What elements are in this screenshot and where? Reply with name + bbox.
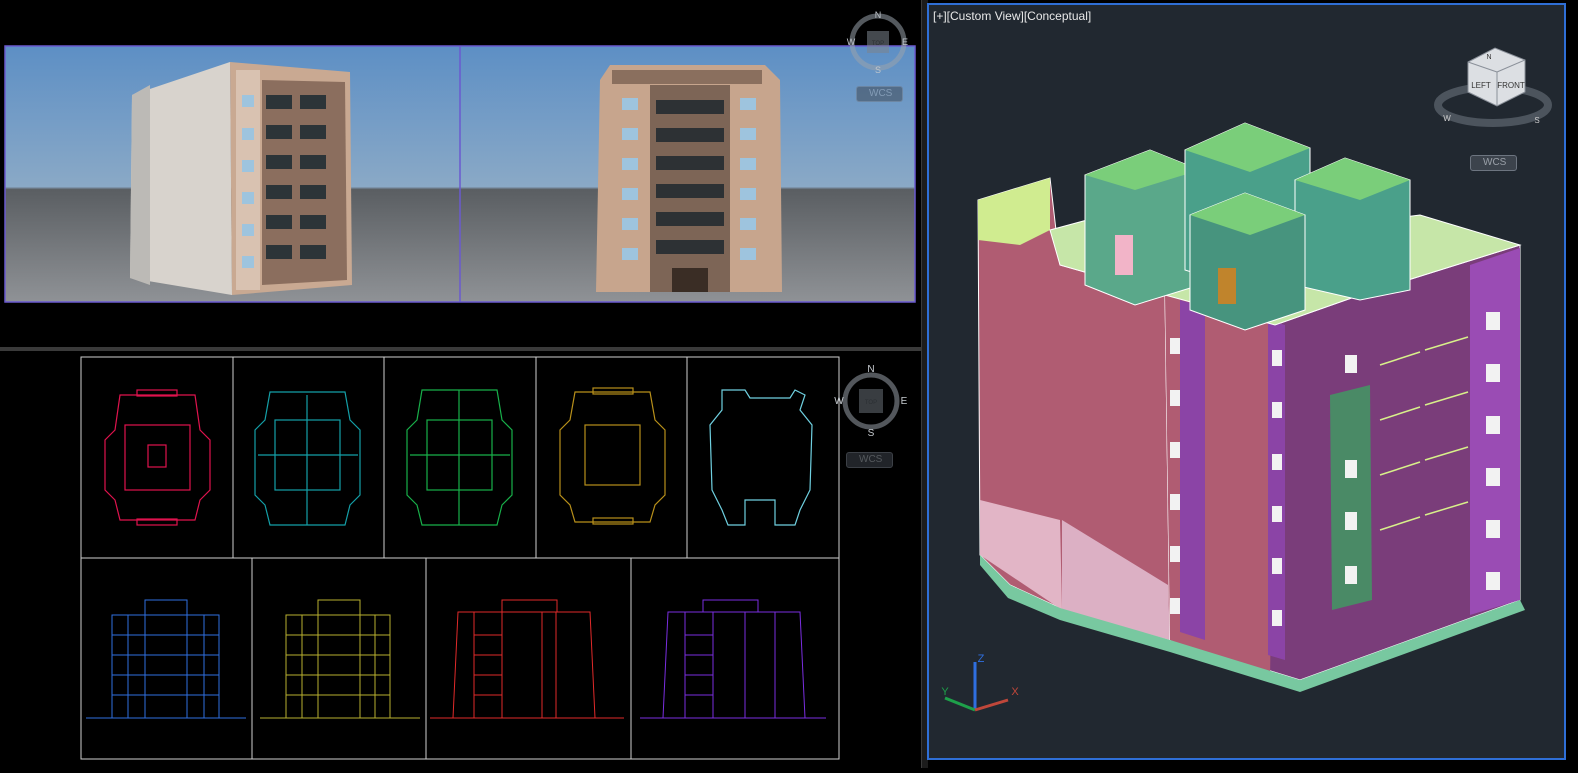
svg-text:S: S: [875, 65, 881, 75]
svg-text:Y: Y: [941, 686, 949, 698]
svg-text:X: X: [1011, 686, 1019, 698]
wcs-dropdown[interactable]: WCS: [846, 452, 893, 468]
compass-labels: N S E W TOP: [0, 0, 921, 347]
3d-viewport[interactable]: [+][Custom View][Conceptual]: [927, 3, 1566, 760]
svg-text:S: S: [1534, 116, 1539, 125]
svg-text:W: W: [847, 37, 856, 47]
wcs-dropdown[interactable]: WCS: [856, 86, 903, 102]
svg-text:W: W: [1443, 114, 1451, 123]
svg-text:N: N: [1486, 54, 1491, 61]
wcs-dropdown[interactable]: WCS: [1470, 155, 1517, 171]
svg-text:N: N: [867, 364, 874, 375]
svg-text:LEFT: LEFT: [1471, 81, 1491, 90]
svg-text:TOP: TOP: [872, 41, 884, 47]
svg-text:W: W: [834, 396, 844, 407]
compass-labels: N S E W TOP: [0, 351, 921, 768]
svg-text:E: E: [902, 37, 908, 47]
render-viewport[interactable]: N S E W TOP WCS: [0, 0, 921, 347]
viewcube-labels: LEFT FRONT N S W Z Y X: [929, 5, 1564, 758]
svg-text:TOP: TOP: [865, 400, 877, 406]
svg-text:E: E: [901, 396, 908, 407]
svg-text:S: S: [868, 428, 875, 439]
svg-text:FRONT: FRONT: [1497, 81, 1525, 90]
svg-text:Z: Z: [978, 653, 985, 665]
drawing-viewport[interactable]: N S E W TOP WCS: [0, 351, 921, 768]
svg-text:N: N: [875, 10, 882, 20]
